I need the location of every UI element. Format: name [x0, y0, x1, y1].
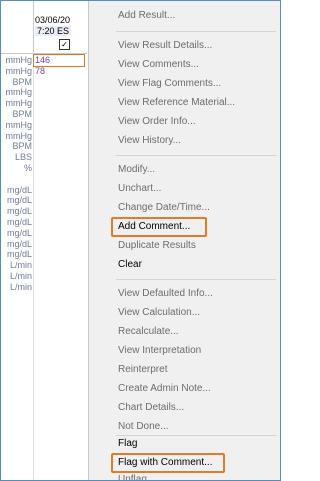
- menu-item-view-interpretation[interactable]: View Interpretation: [89, 342, 280, 360]
- menu-item-view-history[interactable]: View History...: [89, 132, 280, 150]
- menu-item-view-order-info[interactable]: View Order Info...: [89, 113, 280, 131]
- context-menu: Add Result... View Result Details... Vie…: [88, 1, 280, 480]
- unit-cell: LBS: [14, 152, 32, 163]
- unit-cell: mg/dL: [6, 216, 32, 227]
- menu-item-view-defaulted-info[interactable]: View Defaulted Info...: [89, 285, 280, 303]
- unit-cell: mmHg: [5, 87, 33, 98]
- menu-item-unchart[interactable]: Unchart...: [89, 180, 280, 198]
- menu-item-label: View Order Info...: [118, 116, 196, 127]
- column-divider: [33, 53, 34, 480]
- menu-item-label: Modify...: [118, 164, 156, 175]
- unit-cell: mg/dL: [6, 184, 32, 195]
- unit-cell: mg/dL: [6, 238, 32, 249]
- menu-item-label: View Calculation...: [118, 307, 201, 318]
- menu-item-view-flag-comments[interactable]: View Flag Comments...: [89, 75, 280, 93]
- menu-item-duplicate-results[interactable]: Duplicate Results: [89, 237, 280, 255]
- menu-item-label: Reinterpret: [118, 364, 168, 375]
- menu-item-label: Not Done...: [118, 421, 169, 432]
- menu-item-label: Duplicate Results: [118, 240, 196, 251]
- screenshot-frame: 03/06/20 7:20 ES ✓ mmHg mmHg BPM mmHg mm…: [0, 0, 281, 481]
- menu-item-reinterpret[interactable]: Reinterpret: [89, 361, 280, 379]
- menu-item-view-comments[interactable]: View Comments...: [89, 56, 280, 74]
- unit-cell: L/min: [9, 270, 32, 281]
- menu-separator: [116, 31, 276, 32]
- menu-item-chart-details[interactable]: Chart Details...: [89, 399, 280, 417]
- menu-item-label: View Defaulted Info...: [118, 288, 213, 299]
- unit-cell: mg/dL: [6, 249, 32, 260]
- menu-separator: [116, 155, 276, 156]
- column-checkbox[interactable]: ✓: [59, 39, 70, 50]
- flag-with-comment-highlight: [111, 453, 225, 473]
- unit-cell: mg/dL: [6, 227, 32, 238]
- unit-cell: L/min: [9, 281, 32, 292]
- menu-item-label: View Interpretation: [118, 345, 202, 356]
- menu-item-add-result[interactable]: Add Result...: [89, 7, 280, 25]
- menu-item-label: Unchart...: [118, 183, 162, 194]
- menu-item-label: View Result Details...: [118, 40, 213, 51]
- column-time[interactable]: 7:20 ES: [35, 26, 72, 36]
- menu-item-modify[interactable]: Modify...: [89, 161, 280, 179]
- unit-cell: mmHg: [5, 130, 33, 141]
- add-comment-highlight: [111, 217, 207, 237]
- unit-cell: mg/dL: [6, 195, 32, 206]
- menu-item-create-admin-note[interactable]: Create Admin Note...: [89, 380, 280, 398]
- result-cell-selected[interactable]: 146: [33, 54, 85, 67]
- menu-item-flag[interactable]: Flag: [89, 435, 280, 453]
- menu-item-label: View History...: [118, 135, 181, 146]
- result-cell[interactable]: 78: [34, 66, 86, 77]
- menu-item-label: View Comments...: [118, 59, 199, 70]
- menu-separator: [116, 279, 276, 280]
- column-date: 03/06/20: [35, 15, 71, 25]
- unit-cell: BPM: [12, 76, 32, 87]
- menu-item-recalculate[interactable]: Recalculate...: [89, 323, 280, 341]
- menu-item-view-result-details[interactable]: View Result Details...: [89, 37, 280, 55]
- menu-item-label: Recalculate...: [118, 326, 179, 337]
- menu-item-change-date-time[interactable]: Change Date/Time...: [89, 199, 280, 217]
- menu-item-label: Chart Details...: [118, 402, 185, 413]
- menu-item-view-calculation[interactable]: View Calculation...: [89, 304, 280, 322]
- unit-cell: [1, 174, 33, 185]
- menu-item-clear[interactable]: Clear: [89, 256, 280, 274]
- unit-cell: mmHg: [5, 55, 33, 65]
- results-grid: 03/06/20 7:20 ES ✓ mmHg mmHg BPM mmHg mm…: [1, 1, 87, 480]
- menu-item-label: View Reference Material...: [118, 97, 236, 108]
- menu-item-not-done[interactable]: Not Done...: [89, 418, 280, 436]
- unit-cell: mmHg: [5, 65, 33, 76]
- menu-item-label: Add Result...: [118, 10, 176, 21]
- unit-cell: BPM: [12, 141, 32, 152]
- unit-cell: %: [23, 162, 32, 173]
- unit-cell: mmHg: [5, 98, 33, 109]
- menu-item-label: Flag: [118, 438, 138, 449]
- grid-column-header: 03/06/20 7:20 ES ✓: [1, 1, 87, 54]
- unit-cell: mg/dL: [6, 206, 32, 217]
- unit-cell: mmHg: [5, 119, 33, 130]
- menu-item-label: Change Date/Time...: [118, 202, 210, 213]
- values-column: 146 78: [33, 54, 86, 77]
- unit-cell: L/min: [9, 260, 32, 271]
- menu-item-label: View Flag Comments...: [118, 78, 222, 89]
- header-divider: [33, 1, 34, 53]
- menu-item-label: Clear: [118, 259, 142, 270]
- unit-cell: BPM: [12, 108, 32, 119]
- units-column: mmHg mmHg BPM mmHg mmHg BPM mmHg mmHg BP…: [1, 55, 33, 293]
- menu-item-label: Create Admin Note...: [118, 383, 211, 394]
- menu-item-view-reference-material[interactable]: View Reference Material...: [89, 94, 280, 112]
